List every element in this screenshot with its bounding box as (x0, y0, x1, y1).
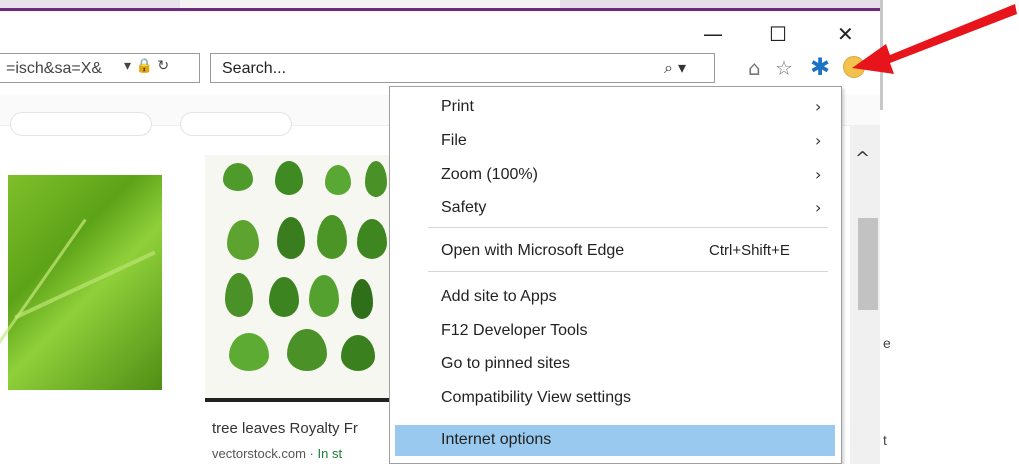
menu-item-internet-options[interactable]: Internet options (395, 425, 835, 456)
search-input[interactable]: Search... (222, 60, 286, 78)
scrollbar-thumb[interactable] (858, 218, 878, 310)
red-arrow-annotation (852, 4, 1017, 74)
menu-separator (428, 271, 828, 272)
menu-item-label: Add site to Apps (441, 288, 557, 305)
chevron-right-icon: › (815, 131, 822, 150)
search-icon[interactable]: ⌕ ▾ (664, 58, 686, 78)
menu-item-label: Print (441, 98, 474, 115)
source-separator: · (305, 446, 318, 461)
filter-chip[interactable] (180, 112, 292, 136)
menu-item-safety[interactable]: Safety › (391, 193, 840, 224)
image-underline (205, 398, 395, 402)
menu-item-label: F12 Developer Tools (441, 322, 588, 339)
title-accent-line (0, 8, 880, 11)
menu-item-label: Safety (441, 199, 487, 216)
menu-item-developer-tools[interactable]: F12 Developer Tools (391, 316, 840, 347)
clipped-text: e (883, 335, 891, 351)
menu-item-compatibility-view[interactable]: Compatibility View settings (391, 383, 840, 414)
menu-item-shortcut: Ctrl+Shift+E (709, 242, 790, 259)
menu-item-print[interactable]: Print › (391, 92, 840, 123)
result-caption[interactable]: tree leaves Royalty Fr (212, 420, 358, 437)
source-domain: vectorstock.com (212, 446, 306, 461)
favorites-icon[interactable]: ☆ (775, 56, 793, 80)
menu-item-zoom[interactable]: Zoom (100%) › (391, 160, 840, 191)
tools-menu: Print › File › Zoom (100%) › Safety › Op… (389, 86, 842, 464)
minimize-button[interactable]: — (703, 22, 723, 46)
menu-item-pinned-sites[interactable]: Go to pinned sites (391, 349, 840, 380)
menu-item-label: File (441, 132, 467, 149)
result-source[interactable]: vectorstock.com · In st (212, 446, 342, 461)
chevron-right-icon: › (815, 97, 822, 116)
scroll-up-icon[interactable]: ^ (855, 148, 870, 169)
menu-item-label: Compatibility View settings (441, 389, 632, 406)
tree-leaves-image[interactable] (205, 155, 395, 400)
home-icon[interactable]: ⌂ (748, 56, 761, 80)
menu-item-open-with-edge[interactable]: Open with Microsoft Edge Ctrl+Shift+E (391, 236, 840, 267)
menu-item-add-site-to-apps[interactable]: Add site to Apps (391, 282, 840, 313)
filter-chip[interactable] (10, 112, 152, 136)
menu-item-label: Internet options (441, 431, 552, 448)
menu-item-label: Open with Microsoft Edge (441, 242, 625, 259)
menu-item-file[interactable]: File › (391, 126, 840, 157)
stock-status: In st (317, 446, 343, 461)
gear-icon[interactable]: ✱ (810, 53, 830, 81)
clipped-text: t (883, 432, 887, 448)
menu-item-label: Zoom (100%) (441, 166, 538, 183)
chevron-right-icon: › (815, 198, 822, 217)
leaf-closeup-image[interactable] (0, 175, 162, 390)
chevron-right-icon: › (815, 165, 822, 184)
menu-separator (428, 227, 828, 228)
address-controls[interactable]: ▾ 🔒 ↻ (124, 58, 169, 74)
menu-item-label: Go to pinned sites (441, 355, 570, 372)
address-url[interactable]: =isch&sa=X& (6, 60, 102, 78)
maximize-button[interactable]: ☐ (769, 22, 787, 46)
